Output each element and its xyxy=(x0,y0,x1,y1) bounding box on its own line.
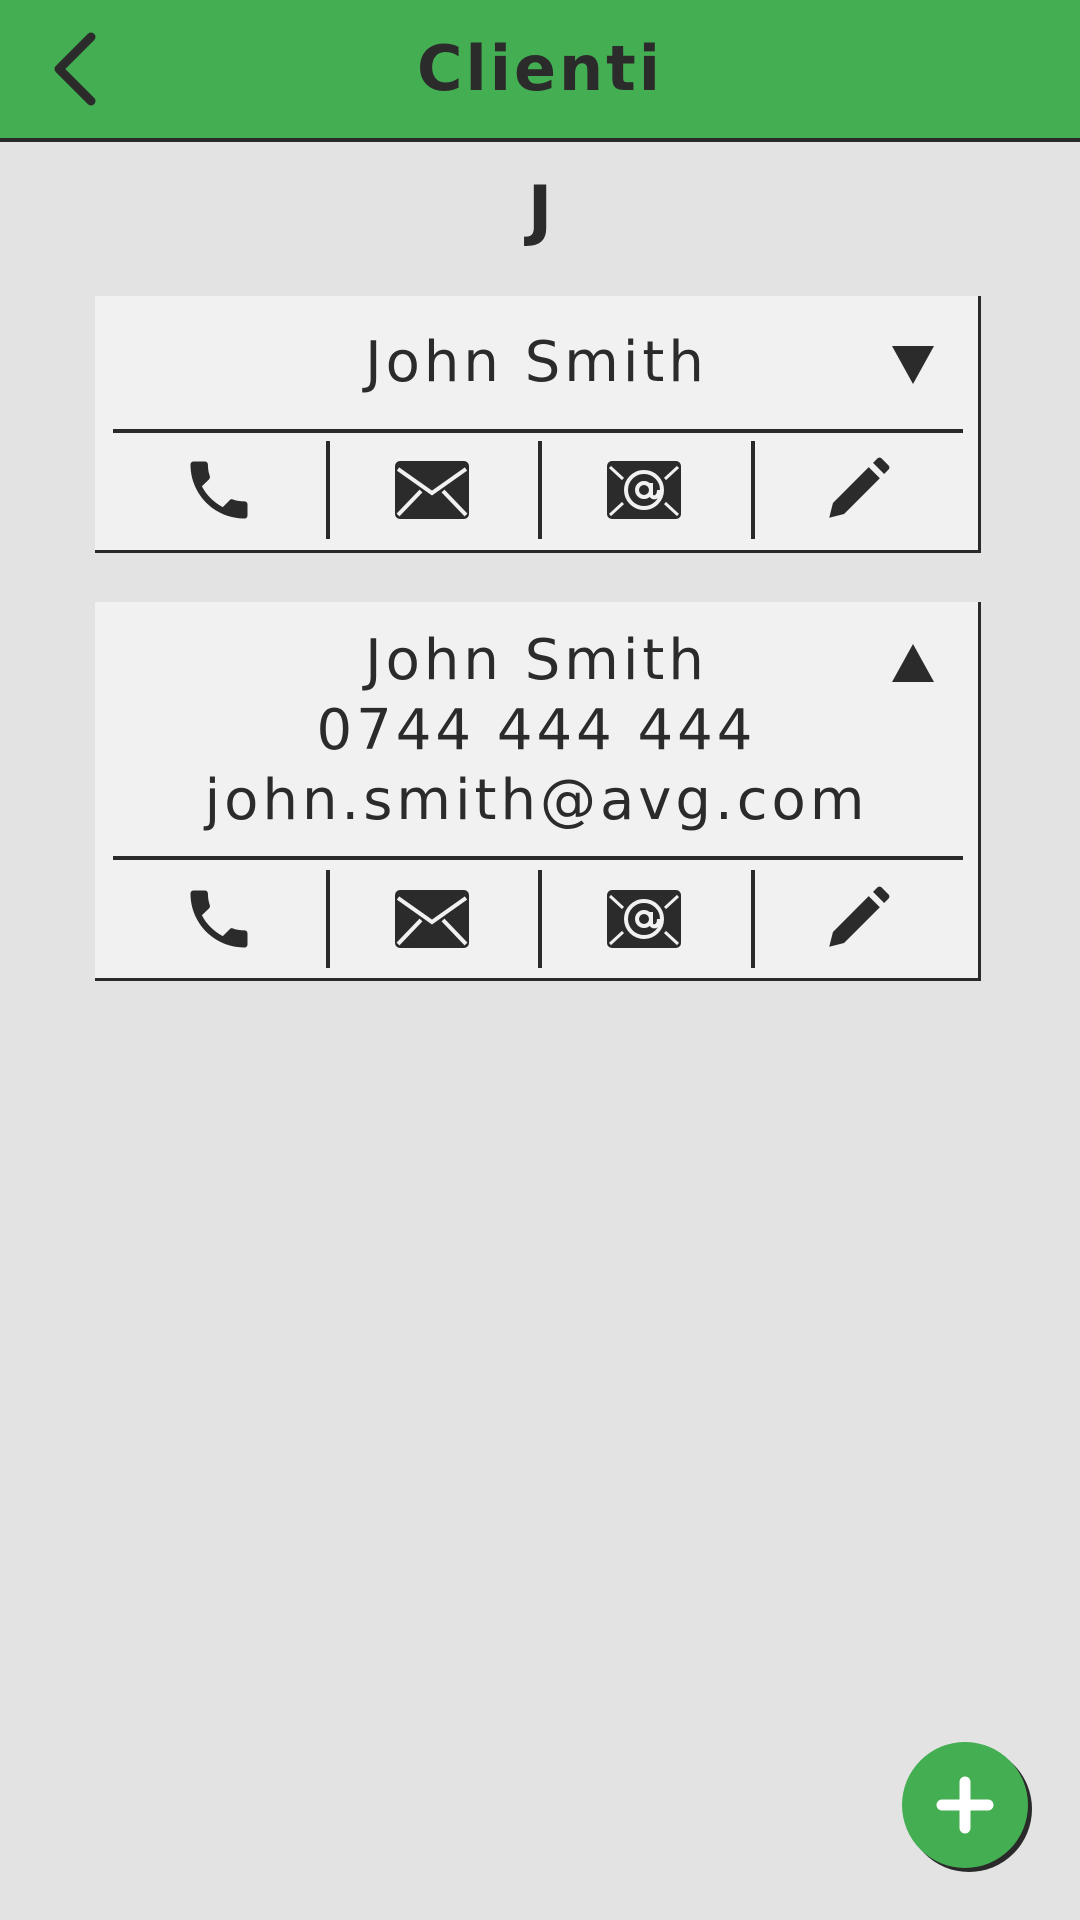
sms-button[interactable] xyxy=(325,441,539,539)
sms-button[interactable] xyxy=(325,870,539,968)
pencil-icon xyxy=(829,886,890,947)
email-button[interactable] xyxy=(538,441,751,539)
contact-email: john.smith@avg.com xyxy=(204,768,869,833)
email-button[interactable] xyxy=(538,870,751,968)
contact-card[interactable]: John Smith xyxy=(95,296,981,553)
contact-actions xyxy=(113,870,963,968)
card-divider xyxy=(113,856,963,860)
envelope-icon xyxy=(394,890,469,948)
email-at-icon xyxy=(607,461,682,519)
triangle-down-icon[interactable] xyxy=(890,344,936,386)
pencil-icon xyxy=(829,457,890,518)
edit-button[interactable] xyxy=(750,870,964,968)
add-client-button[interactable] xyxy=(902,1742,1028,1868)
edit-button[interactable] xyxy=(750,441,964,539)
card-divider xyxy=(113,429,963,433)
app-bar: Clienti xyxy=(0,0,1080,142)
triangle-up-icon[interactable] xyxy=(890,642,936,684)
contact-card[interactable]: John Smith 0744 444 444 john.smith@avg.c… xyxy=(95,602,981,981)
plus-icon xyxy=(936,1776,994,1834)
contact-name: John Smith xyxy=(365,628,708,693)
contact-actions xyxy=(113,441,963,539)
contact-header[interactable]: John Smith 0744 444 444 john.smith@avg.c… xyxy=(95,602,978,836)
contact-header[interactable]: John Smith xyxy=(95,296,978,426)
envelope-icon xyxy=(394,461,469,519)
call-button[interactable] xyxy=(113,441,326,539)
section-letter-header: J xyxy=(527,172,553,249)
phone-icon xyxy=(190,890,248,948)
email-at-icon xyxy=(607,890,682,948)
contact-name: John Smith xyxy=(365,330,708,395)
call-button[interactable] xyxy=(113,870,326,968)
phone-icon xyxy=(190,461,248,519)
page-title: Clienti xyxy=(416,32,664,105)
contact-phone: 0744 444 444 xyxy=(316,698,757,763)
